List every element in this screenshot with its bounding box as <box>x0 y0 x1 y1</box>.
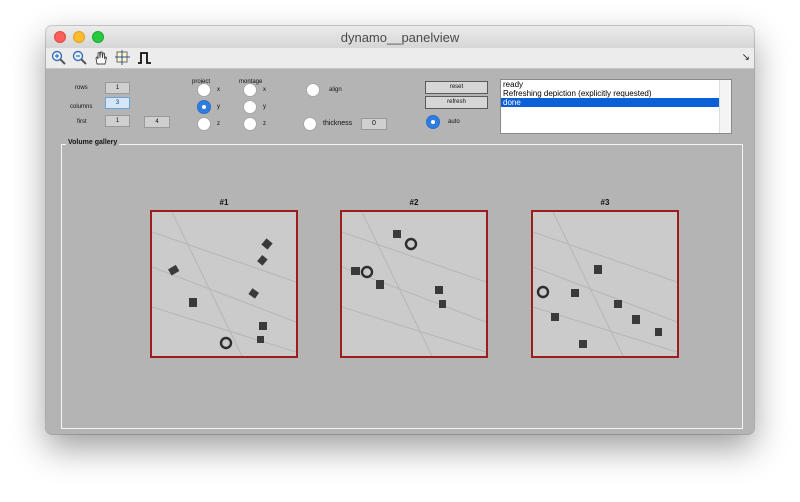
panel-3-label: #3 <box>600 198 610 207</box>
montage-x-radio[interactable] <box>243 83 257 97</box>
project-y-label: y <box>217 104 220 110</box>
columns-field[interactable]: 3 <box>105 97 130 109</box>
tomogram-slice-1 <box>152 212 296 356</box>
log-scrollbar[interactable] <box>719 80 731 133</box>
pan-hand-icon[interactable] <box>92 49 110 67</box>
zoom-in-icon[interactable] <box>50 49 68 67</box>
panel-2-label: #2 <box>409 198 419 207</box>
panel-1-label: #1 <box>219 198 229 207</box>
rows-field[interactable]: 1 <box>105 82 130 94</box>
auto-label: auto <box>448 119 460 125</box>
project-x-label: x <box>217 87 220 93</box>
project-x-radio[interactable] <box>197 83 211 97</box>
montage-z-radio[interactable] <box>243 117 257 131</box>
tomogram-slice-3 <box>533 212 677 356</box>
log-line[interactable]: ready <box>501 80 731 89</box>
content-area: rows 1 columns 3 first 1 4 project monta… <box>46 69 754 434</box>
align-radio[interactable] <box>306 83 320 97</box>
title-bar: dynamo__panelview <box>46 26 754 49</box>
first-label: first <box>77 119 87 125</box>
volume-gallery: Volume gallery #1 #2 #3 <box>61 139 743 429</box>
project-y-radio[interactable] <box>197 100 211 114</box>
first-field[interactable]: 1 <box>105 115 130 127</box>
thickness-radio[interactable] <box>303 117 317 131</box>
corner-resize-icon[interactable]: ↘ <box>742 52 750 63</box>
thickness-field[interactable]: 0 <box>361 118 387 130</box>
project-z-label: z <box>217 121 220 127</box>
panel-3-image[interactable] <box>531 210 679 358</box>
montage-x-label: x <box>263 87 266 93</box>
project-z-radio[interactable] <box>197 117 211 131</box>
toolbar: ↘ <box>46 48 754 69</box>
reset-button[interactable]: reset <box>425 81 488 94</box>
columns-label: columns <box>70 104 93 110</box>
panel-2-image[interactable] <box>340 210 488 358</box>
auto-radio[interactable] <box>426 115 440 129</box>
thickness-label: thickness <box>323 120 353 127</box>
montage-y-label: y <box>263 104 266 110</box>
pulse-icon[interactable] <box>136 49 154 67</box>
refresh-button[interactable]: refresh <box>425 96 488 109</box>
tomogram-slice-2 <box>342 212 486 356</box>
data-cursor-icon[interactable] <box>114 49 132 67</box>
gallery-title: Volume gallery <box>66 139 120 146</box>
montage-z-label: z <box>263 121 266 127</box>
panel-1-image[interactable] <box>150 210 298 358</box>
status-log[interactable]: ready Refreshing depiction (explicitly r… <box>500 79 732 134</box>
zoom-out-icon[interactable] <box>71 49 89 67</box>
count-field[interactable]: 4 <box>144 116 170 128</box>
rows-label: rows <box>75 85 88 91</box>
app-window: dynamo__panelview ↘ rows 1 columns 3 fir… <box>46 26 754 434</box>
align-label: align <box>329 87 342 93</box>
montage-y-radio[interactable] <box>243 100 257 114</box>
log-line-selected[interactable]: done <box>501 98 731 107</box>
window-title: dynamo__panelview <box>340 30 460 45</box>
log-line[interactable]: Refreshing depiction (explicitly request… <box>501 89 731 98</box>
